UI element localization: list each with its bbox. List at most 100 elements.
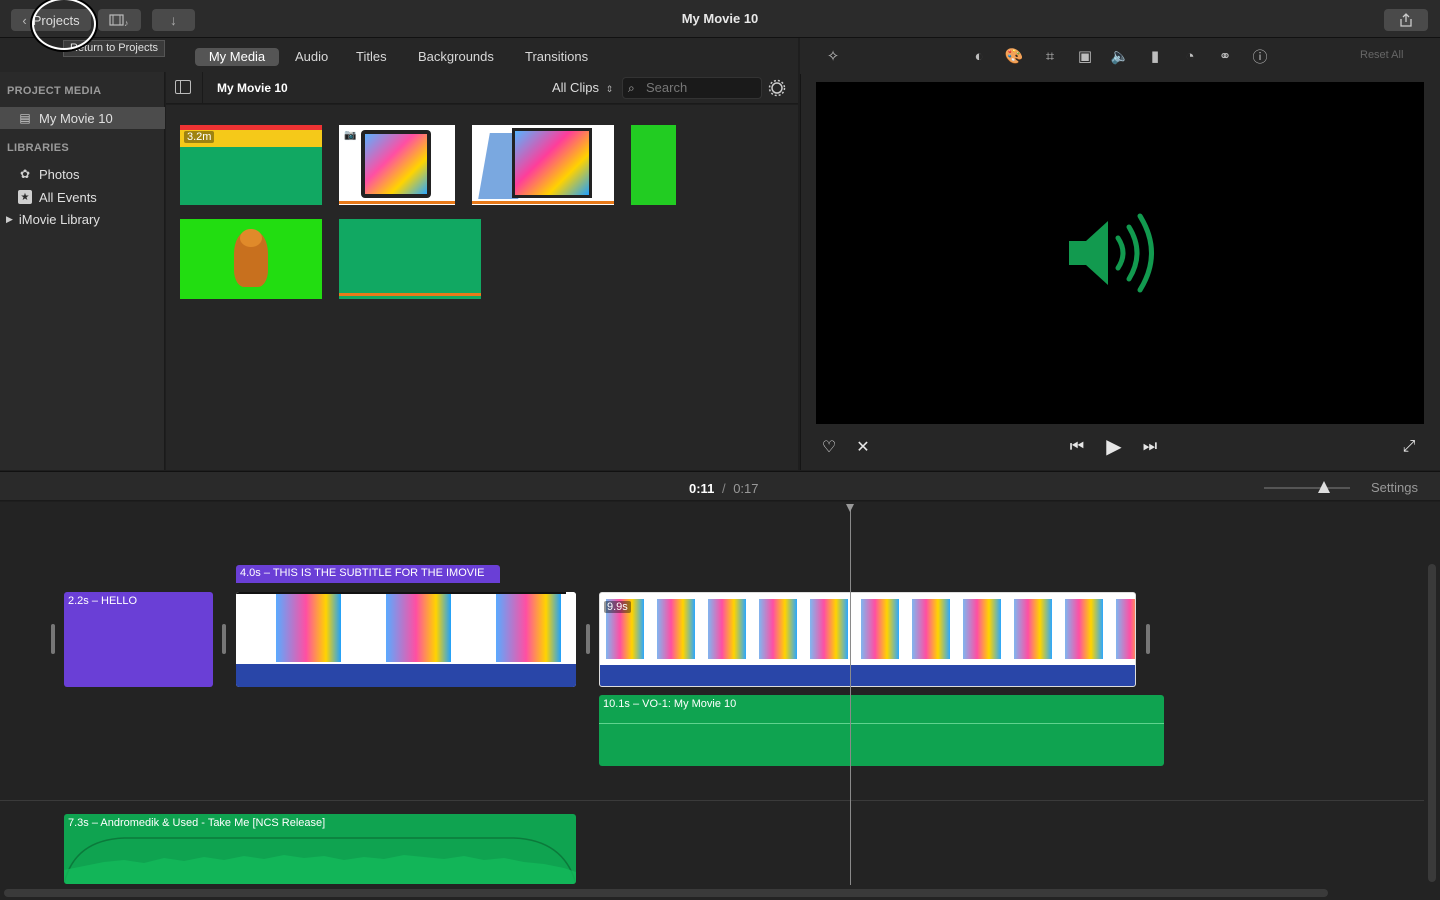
sidebar-item-photos[interactable]: ✿ Photos xyxy=(0,163,165,185)
volume-icon[interactable]: 🔈 xyxy=(1111,47,1130,65)
disclosure-triangle-icon[interactable]: ▶ xyxy=(6,214,13,225)
timeline-vertical-scrollbar[interactable] xyxy=(1428,564,1436,882)
divider xyxy=(202,72,203,104)
clip-filter-select[interactable]: All Clips ⇕ xyxy=(552,80,613,95)
media-thumbnail[interactable] xyxy=(472,125,614,205)
zoom-slider-thumb[interactable] xyxy=(1318,481,1331,493)
media-thumbnail[interactable] xyxy=(339,219,481,299)
waveform xyxy=(64,837,576,884)
color-correction-icon[interactable]: 🎨 xyxy=(1005,47,1024,65)
playhead[interactable] xyxy=(846,504,854,885)
search-icon: ⌕ xyxy=(628,81,635,95)
title-clip-hello[interactable]: 2.2s – HELLO xyxy=(64,592,213,687)
adjustments-toolbar: ✧ ◐ 🎨 ⌗ ▣ 🔈 ▮ ◔ ⚭ ⓘ Reset All xyxy=(800,38,1440,74)
gear-icon[interactable] xyxy=(768,79,786,97)
library-sidebar: PROJECT MEDIA ▤ My Movie 10 LIBRARIES ✿ … xyxy=(0,72,165,470)
cursor-highlight xyxy=(32,0,96,50)
clip-label: 4.0s – THIS IS THE SUBTITLE FOR THE IMOV… xyxy=(240,567,485,579)
timecode: 0:11 / 0:17 xyxy=(689,481,759,496)
chevron-left-icon: ‹ xyxy=(22,12,27,28)
timeline: 2.2s – HELLO 4.0s – THIS IS THE SUBTITLE… xyxy=(0,502,1440,900)
sidebar-item-imovie-library[interactable]: ▶ iMovie Library xyxy=(0,208,165,230)
play-icon[interactable]: ▶ xyxy=(1103,435,1125,458)
favorite-heart-icon[interactable]: ♡ xyxy=(818,436,840,458)
skip-back-icon[interactable]: ⏮ xyxy=(1066,436,1088,458)
timeline-horizontal-scrollbar[interactable] xyxy=(4,889,1328,897)
photos-flower-icon: ✿ xyxy=(19,167,31,181)
sidebar-item-all-events[interactable]: ★ All Events xyxy=(0,186,165,208)
updown-chevron-icon: ⇕ xyxy=(605,84,614,94)
reset-all-button[interactable]: Reset All xyxy=(1360,49,1403,61)
clip-label: 7.3s – Andromedik & Used - Take Me [NCS … xyxy=(68,817,326,829)
timeline-settings-button[interactable]: Settings xyxy=(1371,480,1418,495)
film-music-icon: ♪ xyxy=(108,14,129,27)
stabilization-icon[interactable]: ▣ xyxy=(1076,47,1094,65)
sidebar-item-label: Photos xyxy=(39,166,80,182)
info-icon[interactable]: ⓘ xyxy=(1251,47,1269,66)
clip-label: 2.2s – HELLO xyxy=(68,595,138,607)
sidebar-item-my-movie[interactable]: ▤ My Movie 10 xyxy=(0,107,165,129)
clip-duration-badge: 3.2m xyxy=(184,131,215,143)
timeline-header: 0:11 / 0:17 Settings xyxy=(0,471,1440,501)
audio-speaker-icon xyxy=(1069,213,1154,293)
preview-canvas xyxy=(816,82,1424,424)
svg-text:♪: ♪ xyxy=(124,18,129,27)
download-arrow-icon: ↓ xyxy=(170,12,177,28)
clip-filter-icon[interactable]: ⚭ xyxy=(1216,47,1234,65)
share-icon xyxy=(1400,13,1412,27)
clip-trim-handle[interactable] xyxy=(586,624,590,654)
fullscreen-icon[interactable]: ⤢ xyxy=(1398,436,1420,458)
media-thumbnail[interactable]: 📷 xyxy=(339,125,455,205)
browser-header: My Movie 10 All Clips ⇕ ⌕ Search xyxy=(166,72,798,104)
clip-trim-handle[interactable] xyxy=(51,624,55,654)
skip-forward-icon[interactable]: ⏭ xyxy=(1139,436,1161,458)
music-track-divider xyxy=(0,800,1424,801)
clip-label: 10.1s – VO-1: My Movie 10 xyxy=(603,698,737,710)
libraries-header: LIBRARIES xyxy=(7,142,69,154)
project-icon: ▤ xyxy=(19,111,31,125)
media-browser: 3.2m 📷 xyxy=(166,105,798,470)
media-thumbnail[interactable] xyxy=(631,125,676,205)
reject-icon[interactable]: ✕ xyxy=(852,436,874,458)
clip-trim-handle[interactable] xyxy=(1146,624,1150,654)
search-input[interactable]: ⌕ Search xyxy=(622,77,762,99)
search-placeholder: Search xyxy=(646,80,688,95)
speed-icon[interactable]: ◔ xyxy=(1181,47,1199,65)
browser-title: My Movie 10 xyxy=(217,81,288,95)
video-clip[interactable] xyxy=(236,592,576,687)
sidebar-toggle-icon[interactable] xyxy=(175,80,191,94)
media-thumbnail[interactable] xyxy=(180,219,322,299)
time-separator: / xyxy=(721,481,726,496)
current-time: 0:11 xyxy=(689,481,715,496)
import-button[interactable]: ↓ xyxy=(152,9,195,31)
star-icon: ★ xyxy=(18,190,32,204)
camera-icon: 📷 xyxy=(344,130,357,141)
sidebar-item-label: All Events xyxy=(39,189,97,205)
magic-wand-icon[interactable]: ✧ xyxy=(824,47,842,65)
clip-trim-handle[interactable] xyxy=(222,624,226,654)
music-audio-clip[interactable]: 7.3s – Andromedik & Used - Take Me [NCS … xyxy=(64,814,576,884)
title-clip-subtitle[interactable]: 4.0s – THIS IS THE SUBTITLE FOR THE IMOV… xyxy=(236,565,500,583)
window-title: My Movie 10 xyxy=(681,11,759,26)
zoom-slider[interactable] xyxy=(1264,481,1350,493)
crop-icon[interactable]: ⌗ xyxy=(1041,47,1059,65)
video-clip[interactable]: 9.9s xyxy=(599,592,1136,687)
tab-titles[interactable]: Titles xyxy=(344,48,399,66)
clip-duration-badge: 9.9s xyxy=(604,601,631,613)
sidebar-item-label: My Movie 10 xyxy=(39,110,113,126)
tab-backgrounds[interactable]: Backgrounds xyxy=(406,48,506,66)
tab-transitions[interactable]: Transitions xyxy=(513,48,600,66)
sidebar-item-label: iMovie Library xyxy=(18,211,100,227)
tab-audio[interactable]: Audio xyxy=(283,48,340,66)
noise-reduction-icon[interactable]: ▮ xyxy=(1146,47,1164,65)
total-time: 0:17 xyxy=(733,481,759,496)
media-thumbnail[interactable]: 3.2m xyxy=(180,125,322,205)
color-balance-icon[interactable]: ◐ xyxy=(970,47,988,65)
clip-filter-value: All Clips xyxy=(552,80,599,95)
tab-my-media[interactable]: My Media xyxy=(195,48,279,66)
media-layout-button[interactable]: ♪ xyxy=(98,9,141,31)
share-button[interactable] xyxy=(1384,9,1428,31)
viewer-panel: ♡ ✕ ⏮ ▶ ⏭ ⤢ xyxy=(800,74,1440,470)
project-media-header: PROJECT MEDIA xyxy=(7,85,102,97)
voiceover-audio-clip[interactable]: 10.1s – VO-1: My Movie 10 xyxy=(599,695,1164,766)
